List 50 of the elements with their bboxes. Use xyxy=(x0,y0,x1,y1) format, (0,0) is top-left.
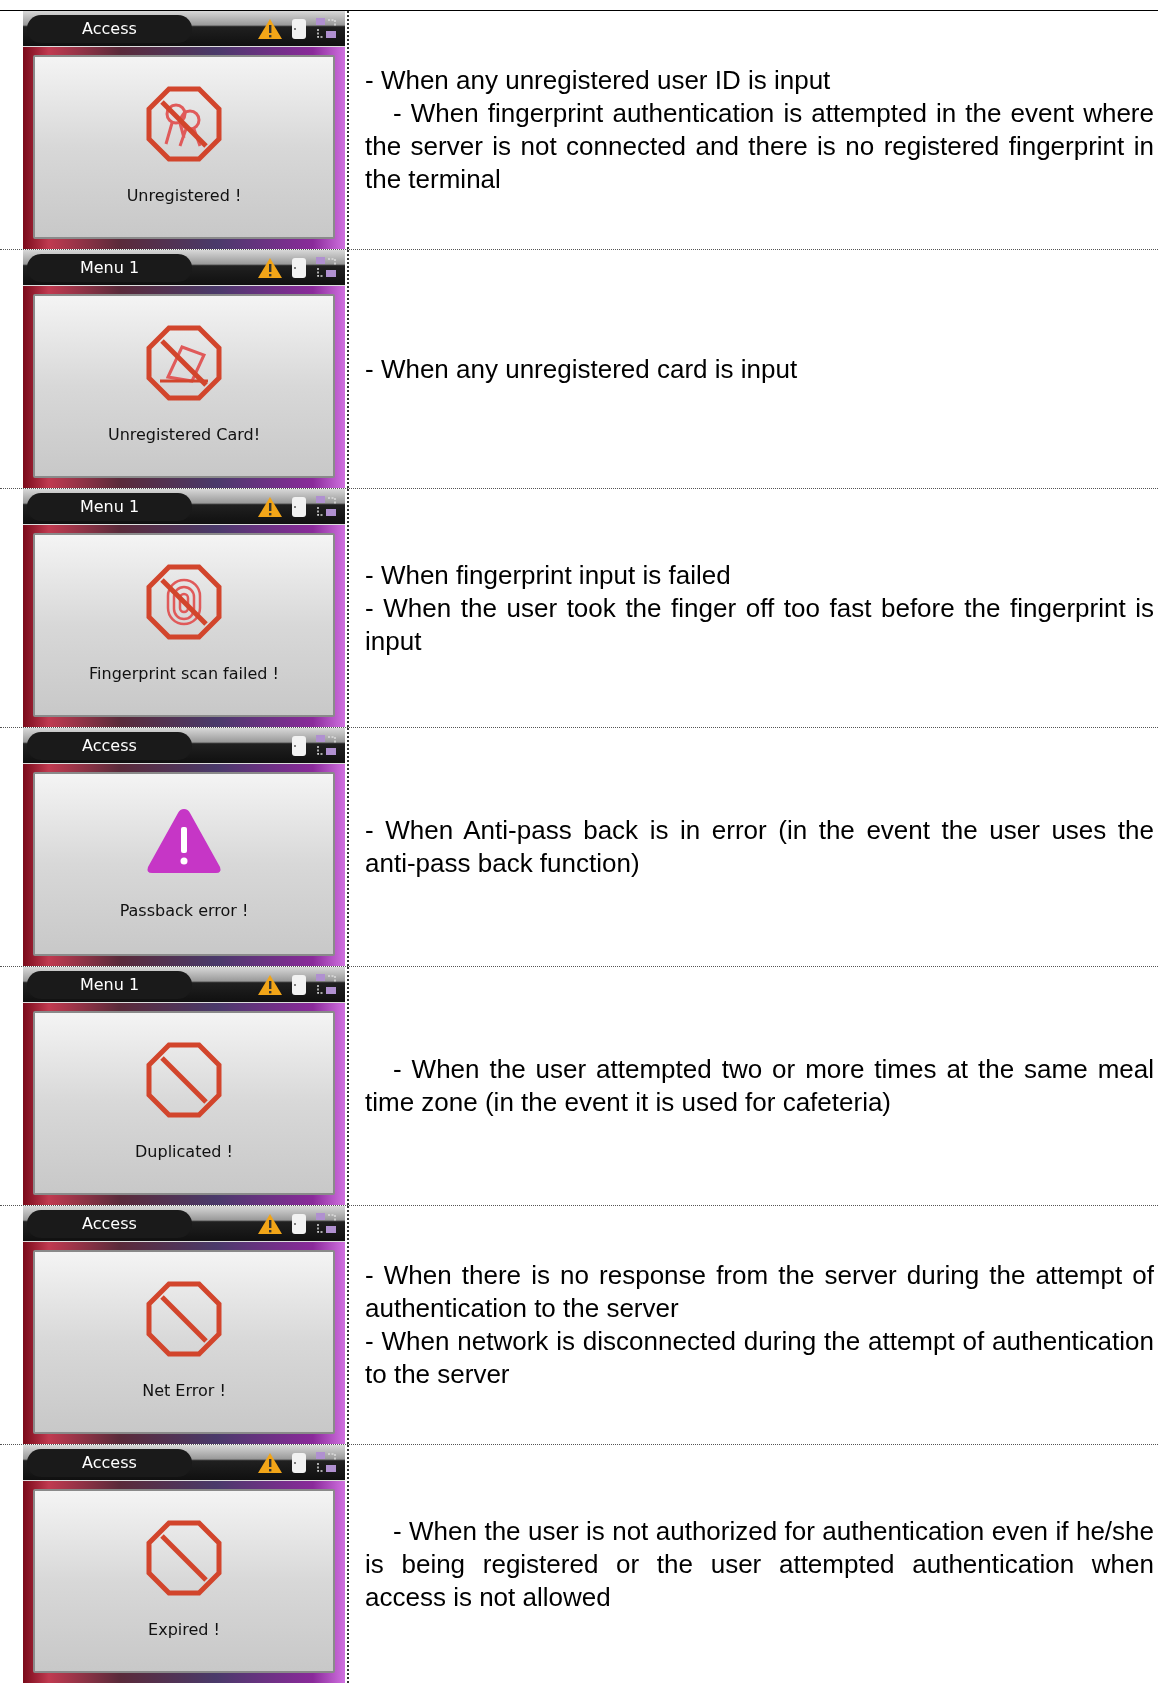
warning-icon xyxy=(257,1451,283,1474)
door-icon xyxy=(291,734,307,757)
door-icon xyxy=(291,17,307,40)
error-message: Expired ! xyxy=(148,1619,220,1641)
screen-title: Menu 1 xyxy=(27,970,192,999)
door-icon xyxy=(291,973,307,996)
screen-title: Access xyxy=(27,731,192,760)
prohibited-icon xyxy=(146,1281,222,1357)
description-text: - When the user took the finger off too fast before the fingerprint is input xyxy=(365,591,1154,658)
error-message: Fingerprint scan failed ! xyxy=(89,663,279,685)
screen-title: Menu 1 xyxy=(27,253,192,282)
network-icon xyxy=(315,1211,337,1236)
prohibited-icon xyxy=(146,1042,222,1118)
description-text: - When network is disconnected during the attempt of authentication to the server xyxy=(365,1325,1154,1391)
network-icon xyxy=(315,16,337,41)
description-text: - When the user attempted two or more times at the same meal time zone (in the event it is used for cafeteria) xyxy=(365,1053,1154,1119)
description-text: - When Anti-pass back is in error (in the event the user uses the anti-pass back function) xyxy=(365,814,1154,880)
error-message: Unregistered ! xyxy=(126,185,242,207)
network-icon xyxy=(315,972,337,997)
error-message: Net Error ! xyxy=(142,1380,226,1402)
no-fingerprint-icon xyxy=(146,564,222,640)
no-user-icon xyxy=(146,86,222,162)
screen-title: Menu 1 xyxy=(27,492,192,521)
network-icon xyxy=(315,494,337,519)
network-icon xyxy=(315,733,337,758)
door-icon xyxy=(291,495,307,518)
warning-icon xyxy=(257,973,283,996)
error-message: Duplicated ! xyxy=(135,1141,233,1163)
screen-title: Access xyxy=(27,1448,192,1477)
description-text: - When fingerprint input is failed xyxy=(365,558,732,592)
description-text: - When fingerprint authentication is attempted in the event where the server is not connected and there is no registered fingerprint in the terminal xyxy=(365,97,1154,196)
network-icon xyxy=(315,1450,337,1475)
door-icon xyxy=(291,1212,307,1235)
door-icon xyxy=(291,256,307,279)
network-icon xyxy=(315,255,337,280)
prohibited-icon xyxy=(146,1520,222,1596)
description-text: - When there is no response from the server during the attempt of authentication to the server xyxy=(365,1259,1154,1325)
door-icon xyxy=(291,1451,307,1474)
description-text: - When the user is not authorized for authentication even if he/she is being registered or the user attempted authentication when access is not allowed xyxy=(365,1514,1154,1614)
description-text: - When any unregistered card is input xyxy=(365,352,799,386)
warning-icon xyxy=(257,1212,283,1235)
warning-icon xyxy=(257,17,283,40)
screen-title: Access xyxy=(27,1209,192,1238)
no-card-icon xyxy=(146,325,222,401)
error-message: Passback error ! xyxy=(119,900,249,922)
description-text: - When any unregistered user ID is input xyxy=(365,64,832,97)
warning-icon xyxy=(257,495,283,518)
error-message: Unregistered Card! xyxy=(107,424,261,446)
warning-icon xyxy=(257,256,283,279)
screen-title: Access xyxy=(27,14,192,43)
